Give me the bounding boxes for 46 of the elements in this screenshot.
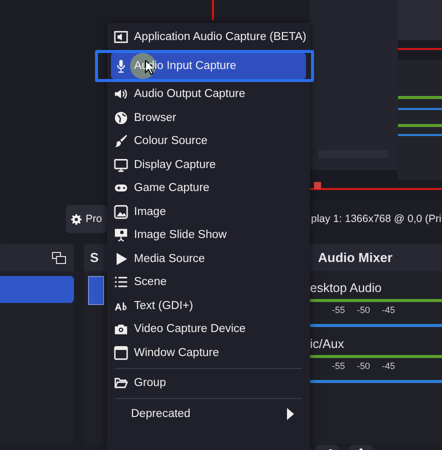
channel-name: ic/Aux: [310, 337, 346, 351]
panel-title: S: [90, 250, 99, 265]
menu-item[interactable]: Image Slide Show: [111, 224, 306, 247]
tick-label: -55: [332, 361, 346, 371]
menu-item[interactable]: Window Capture: [111, 341, 306, 364]
menu-item[interactable]: Media Source: [111, 247, 306, 270]
brush-icon: [114, 134, 128, 148]
tick-label: -50: [357, 305, 370, 315]
menu-item[interactable]: Deprecated: [111, 402, 306, 426]
volume-slider[interactable]: [310, 380, 442, 383]
menu-item[interactable]: Game Capture: [111, 176, 306, 200]
globe-icon: [114, 110, 128, 125]
volume-slider[interactable]: [310, 324, 442, 327]
gear-icon: [71, 212, 82, 226]
menu-item[interactable]: Group: [111, 372, 306, 395]
menu-item[interactable]: Image: [111, 200, 306, 224]
tick-label: -50: [357, 361, 370, 371]
source-row[interactable]: [88, 276, 104, 305]
menu-item[interactable]: Video Capture Device: [111, 318, 306, 341]
menu-item[interactable]: Text (GDI+): [111, 294, 306, 318]
speaker-icon: [114, 87, 128, 102]
menu-item[interactable]: Browser: [111, 106, 306, 130]
monitor-icon: [114, 158, 128, 172]
tick-label: -55: [332, 305, 346, 315]
display-label: play 1: 1366x768 @ 0,0 (Pri: [311, 213, 442, 225]
window-icon: [114, 346, 128, 360]
app-audio-icon: [114, 30, 128, 44]
menu-item[interactable]: Colour Source: [111, 130, 306, 153]
menu-item[interactable]: Application Audio Capture (BETA): [111, 25, 306, 48]
undock-icon[interactable]: [52, 252, 66, 264]
slideshow-icon: [114, 228, 128, 242]
panel-title: Audio Mixer: [318, 250, 392, 265]
list-icon: [114, 275, 128, 290]
submenu-arrow-icon: [287, 408, 294, 420]
microphone-icon: [114, 58, 128, 72]
channel-name: esktop Audio: [310, 281, 383, 295]
tick-label: -45: [382, 361, 396, 371]
menu-item[interactable]: Display Capture: [111, 153, 306, 176]
camera-icon: [114, 322, 128, 336]
play-icon: [114, 252, 128, 266]
menu-item[interactable]: Audio Output Capture: [111, 82, 306, 106]
image-icon: [114, 204, 128, 219]
tick-label: -45: [382, 305, 396, 315]
folder-icon: [114, 376, 128, 390]
menu-item[interactable]: Scene: [111, 270, 306, 294]
properties-button[interactable]: Pro: [66, 205, 107, 233]
